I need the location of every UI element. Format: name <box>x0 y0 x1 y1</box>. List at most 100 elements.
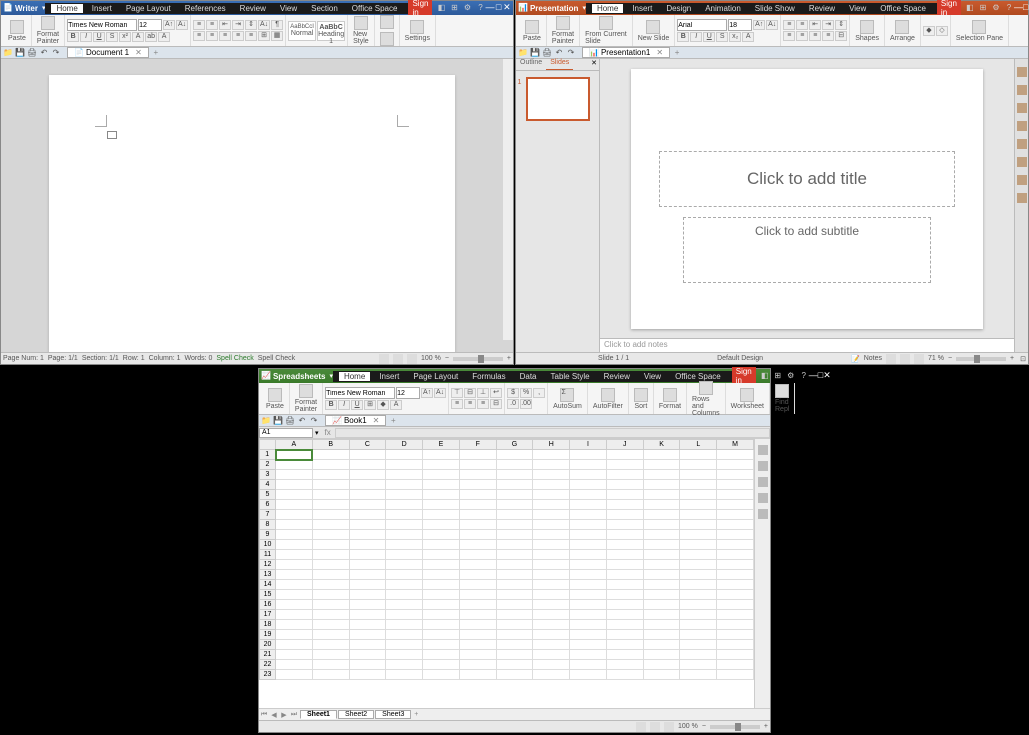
bullet-list-icon[interactable]: ≡ <box>193 20 205 30</box>
menu-office-space[interactable]: Office Space <box>875 4 931 13</box>
shapes-button[interactable]: Shapes <box>852 19 882 43</box>
indent-icon[interactable]: ⇥ <box>232 20 244 30</box>
cell-M17[interactable] <box>717 610 754 620</box>
cell-H15[interactable] <box>533 590 570 600</box>
cell-E17[interactable] <box>423 610 460 620</box>
menu-review[interactable]: Review <box>235 4 271 13</box>
row-header-5[interactable]: 5 <box>260 490 276 500</box>
cell-M10[interactable] <box>717 540 754 550</box>
cell-F12[interactable] <box>459 560 496 570</box>
worksheet-button[interactable]: Worksheet <box>728 387 767 411</box>
comma-icon[interactable]: , <box>533 388 545 398</box>
cell-L22[interactable] <box>680 660 717 670</box>
cell-K18[interactable] <box>643 620 680 630</box>
cell-I7[interactable] <box>570 510 607 520</box>
cell-F5[interactable] <box>459 490 496 500</box>
decrease-font-icon[interactable]: A↓ <box>434 388 446 398</box>
cell-J13[interactable] <box>606 570 643 580</box>
row-header-13[interactable]: 13 <box>260 570 276 580</box>
cell-A9[interactable] <box>276 530 313 540</box>
from-current-slide-button[interactable]: From Current Slide <box>582 15 630 46</box>
cell-I21[interactable] <box>570 650 607 660</box>
cell-A11[interactable] <box>276 550 313 560</box>
cell-C21[interactable] <box>349 650 386 660</box>
show-marks-icon[interactable]: ¶ <box>271 20 283 30</box>
cell-M13[interactable] <box>717 570 754 580</box>
qat-undo-icon[interactable]: ↶ <box>297 416 307 426</box>
cell-H8[interactable] <box>533 520 570 530</box>
cell-J6[interactable] <box>606 500 643 510</box>
fill-color-button[interactable]: ◆ <box>377 400 389 410</box>
view-mode-3-icon[interactable] <box>407 354 417 364</box>
cell-A19[interactable] <box>276 630 313 640</box>
cell-M9[interactable] <box>717 530 754 540</box>
cell-J21[interactable] <box>606 650 643 660</box>
cell-C10[interactable] <box>349 540 386 550</box>
cell-I23[interactable] <box>570 670 607 680</box>
merge-icon[interactable]: ⊟ <box>490 399 502 409</box>
cell-L12[interactable] <box>680 560 717 570</box>
skin-icon[interactable]: ◧ <box>436 3 446 13</box>
font-size-select[interactable] <box>138 19 162 31</box>
cell-M1[interactable] <box>717 450 754 460</box>
underline-button[interactable]: U <box>703 32 715 42</box>
view-sorter-icon[interactable] <box>900 354 910 364</box>
title-placeholder[interactable]: Click to add title <box>659 151 955 207</box>
skin-icon[interactable]: ◧ <box>965 3 975 13</box>
notes-icon[interactable]: 📝 <box>851 355 860 363</box>
cell-E6[interactable] <box>423 500 460 510</box>
row-header-14[interactable]: 14 <box>260 580 276 590</box>
menu-formulas[interactable]: Formulas <box>467 372 510 381</box>
zoom-in-icon[interactable]: + <box>1010 355 1014 362</box>
sub-button[interactable]: x₂ <box>729 32 741 42</box>
cell-A3[interactable] <box>276 470 313 480</box>
cell-I14[interactable] <box>570 580 607 590</box>
cell-K15[interactable] <box>643 590 680 600</box>
view-mode-1-icon[interactable] <box>379 354 389 364</box>
row-header-8[interactable]: 8 <box>260 520 276 530</box>
cell-H2[interactable] <box>533 460 570 470</box>
spell-check-label[interactable]: Spell Check <box>258 355 295 362</box>
cell-C3[interactable] <box>349 470 386 480</box>
cell-E12[interactable] <box>423 560 460 570</box>
increase-font-icon[interactable]: A↑ <box>421 388 433 398</box>
cell-C22[interactable] <box>349 660 386 670</box>
cell-J14[interactable] <box>606 580 643 590</box>
cell-M4[interactable] <box>717 480 754 490</box>
subtitle-placeholder[interactable]: Click to add subtitle <box>683 217 931 283</box>
cell-H13[interactable] <box>533 570 570 580</box>
cell-J5[interactable] <box>606 490 643 500</box>
sidebar-tab-slides[interactable]: Slides <box>546 59 573 70</box>
cell-K12[interactable] <box>643 560 680 570</box>
maximize-button[interactable]: □ <box>494 2 502 14</box>
minimize-button[interactable]: — <box>485 2 494 14</box>
cell-D17[interactable] <box>386 610 423 620</box>
skin-icon[interactable]: ◧ <box>760 371 770 381</box>
cell-A6[interactable] <box>276 500 313 510</box>
cell-C1[interactable] <box>349 450 386 460</box>
cell-K10[interactable] <box>643 540 680 550</box>
cell-G15[interactable] <box>496 590 533 600</box>
close-button[interactable]: ✕ <box>823 370 831 382</box>
cell-F14[interactable] <box>459 580 496 590</box>
valign-mid-icon[interactable]: ⊟ <box>464 388 476 398</box>
bold-button[interactable]: B <box>325 400 337 410</box>
tool-icon[interactable]: ⊞ <box>449 3 459 13</box>
cell-J16[interactable] <box>606 600 643 610</box>
cell-B4[interactable] <box>312 480 349 490</box>
menu-review[interactable]: Review <box>804 4 840 13</box>
cell-J4[interactable] <box>606 480 643 490</box>
close-button[interactable]: ✕ <box>503 2 511 14</box>
menu-design[interactable]: Design <box>661 4 696 13</box>
zoom-slider[interactable] <box>956 357 1006 361</box>
menu-home[interactable]: Home <box>51 4 82 13</box>
cell-J12[interactable] <box>606 560 643 570</box>
sheet-nav-prev-icon[interactable]: ◀ <box>269 711 279 719</box>
cell-J1[interactable] <box>606 450 643 460</box>
tab-add-button[interactable]: + <box>672 48 682 58</box>
cell-C23[interactable] <box>349 670 386 680</box>
menu-review[interactable]: Review <box>599 372 635 381</box>
cell-L17[interactable] <box>680 610 717 620</box>
qat-print-icon[interactable]: 🖨 <box>285 416 295 426</box>
row-header-21[interactable]: 21 <box>260 650 276 660</box>
